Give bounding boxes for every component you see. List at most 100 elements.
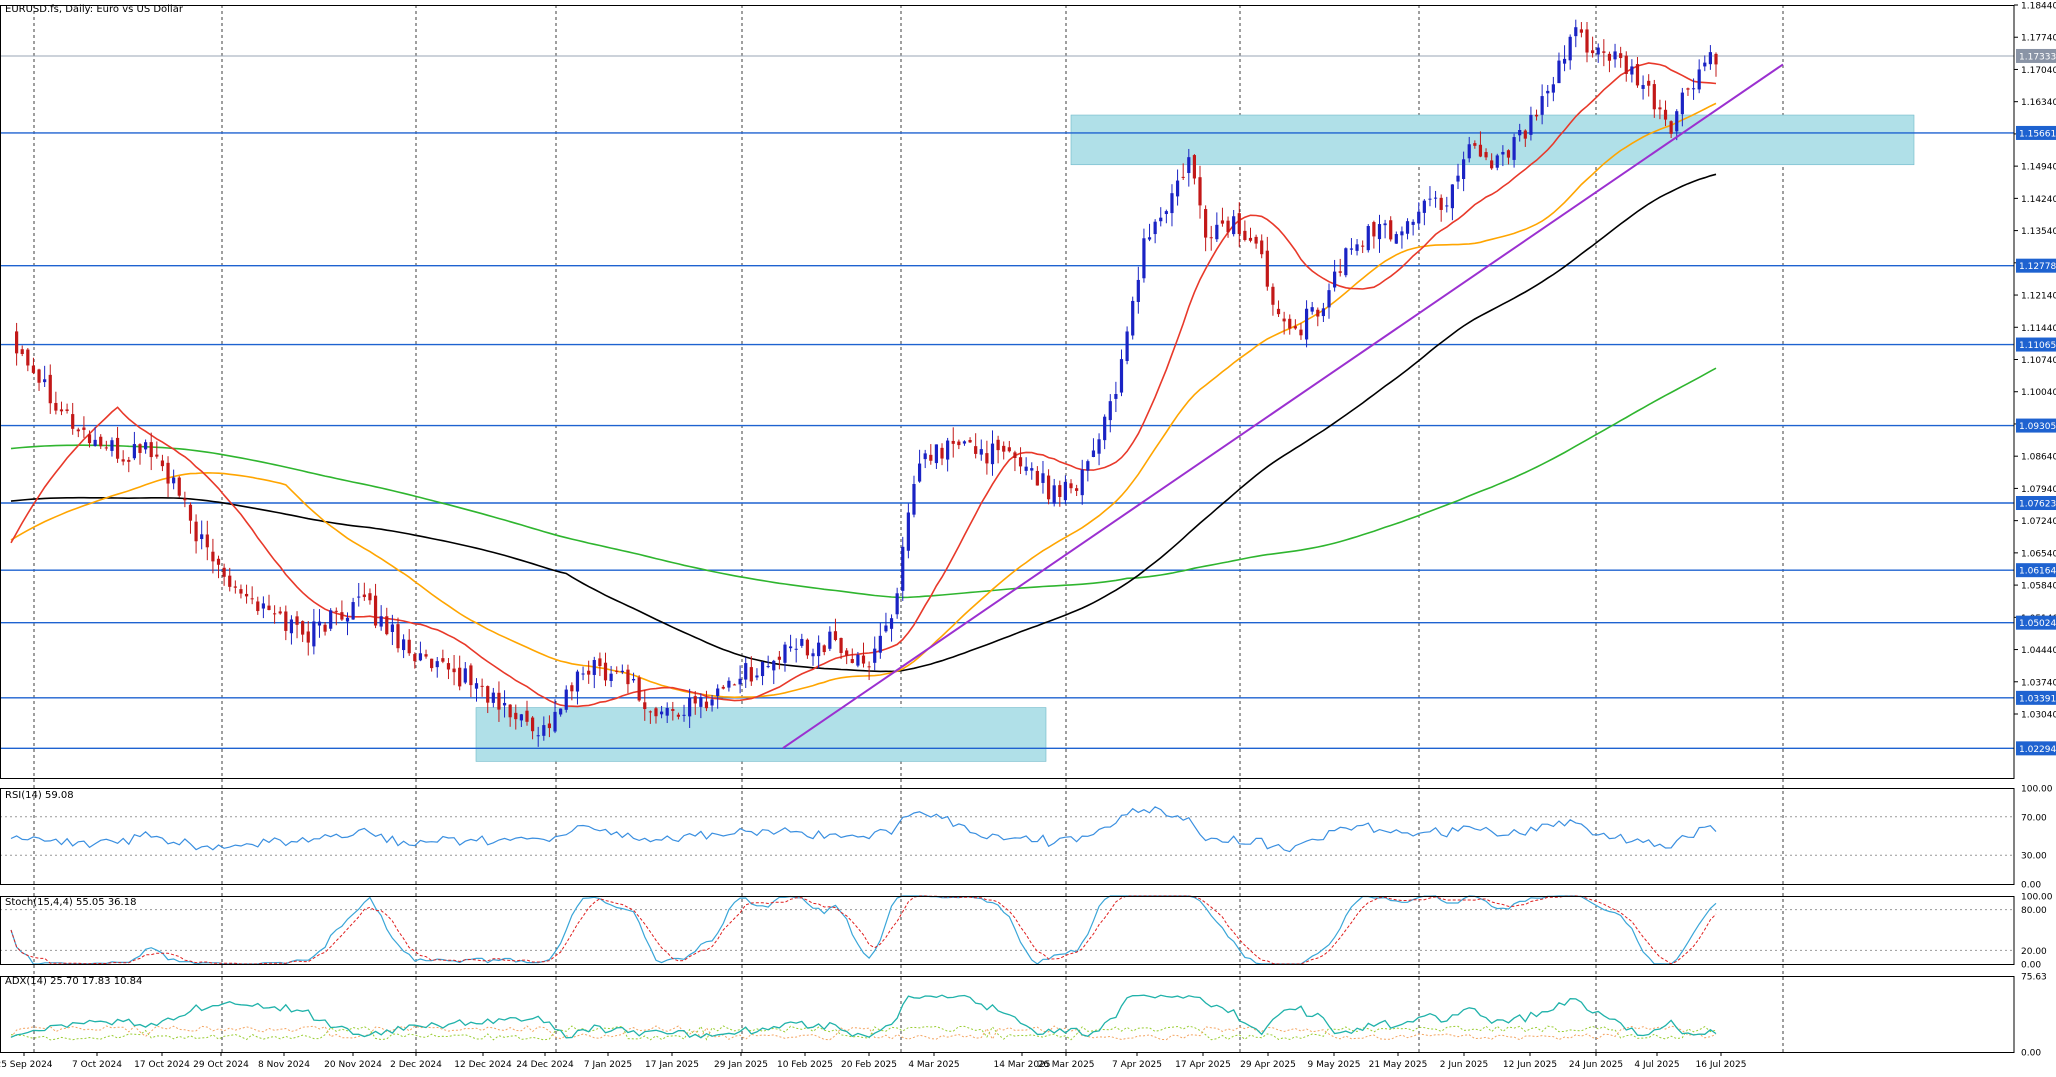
candle-body	[704, 701, 709, 709]
candle-body	[1119, 359, 1124, 393]
candle-body	[373, 595, 378, 626]
candle-body	[1422, 200, 1426, 213]
level-tag-label: 1.09305	[2019, 422, 2056, 432]
candle-body	[542, 725, 546, 736]
candle-body	[1030, 468, 1034, 471]
candle-body	[368, 593, 372, 601]
candle-body	[155, 454, 159, 457]
candle-body	[738, 678, 742, 685]
candle-body	[850, 659, 854, 663]
time-tick-label: 16 Jul 2025	[1696, 1060, 1747, 1070]
candle-body	[256, 601, 260, 612]
time-tick-label: 17 Oct 2024	[134, 1060, 190, 1070]
time-tick-label: 4 Mar 2025	[908, 1060, 959, 1070]
candle-body	[755, 675, 759, 678]
candle-body	[957, 441, 961, 446]
candle-body	[267, 605, 271, 611]
candle-body	[1512, 137, 1516, 160]
candle-body	[962, 441, 967, 444]
candle-body	[1428, 198, 1432, 200]
candle-body	[273, 613, 277, 615]
candle-body	[104, 447, 108, 449]
candle-body	[430, 658, 434, 669]
time-tick-label: 20 Nov 2024	[324, 1060, 382, 1070]
candle-body	[1635, 64, 1640, 86]
candle-body	[149, 442, 153, 458]
candle-body	[166, 462, 170, 484]
candle-body	[278, 611, 282, 614]
candle-body	[1349, 248, 1354, 250]
candle-body	[211, 551, 215, 562]
candle-body	[1035, 470, 1039, 486]
candle-body	[1103, 416, 1107, 441]
candle-body	[446, 663, 451, 670]
candle-body	[1153, 221, 1157, 235]
candle-body	[452, 668, 456, 673]
time-tick-label: 17 Apr 2025	[1175, 1060, 1231, 1070]
candle-body	[1164, 211, 1168, 215]
candle-body	[794, 648, 798, 650]
candle-body	[144, 442, 148, 450]
candle-body	[31, 365, 36, 373]
candle-body	[1456, 175, 1460, 182]
candle-body	[777, 656, 781, 660]
candle-body	[1697, 69, 1701, 90]
candle-body	[480, 685, 484, 687]
price-tick-label: 1.11440	[2021, 324, 2056, 334]
price-tick-label: 1.17740	[2021, 34, 2056, 44]
rsi-tick-label: 30.00	[2021, 852, 2047, 862]
candle-body	[160, 460, 165, 467]
candle-body	[1046, 475, 1051, 500]
candle-body	[917, 463, 922, 482]
candle-body	[1462, 159, 1466, 179]
level-tag-label: 1.11065	[2019, 341, 2056, 351]
candle-body	[233, 586, 237, 588]
candle-body	[76, 429, 80, 432]
time-tick-label: 7 Apr 2025	[1112, 1060, 1162, 1070]
candle-body	[1260, 240, 1264, 255]
candle-body	[592, 660, 596, 675]
candle-body	[250, 598, 254, 600]
time-tick-label: 20 Feb 2025	[841, 1060, 897, 1070]
candle-body	[727, 680, 731, 688]
candle-body	[721, 686, 725, 689]
level-tag-label: 1.05024	[2019, 619, 2056, 629]
rsi-tick-label: 0.00	[2021, 881, 2041, 891]
candle-body	[239, 589, 243, 594]
candle-body	[87, 434, 92, 444]
stoch-tick-label: 80.00	[2021, 906, 2047, 916]
resistance-zone	[1070, 114, 1915, 166]
candle-body	[1248, 237, 1253, 241]
candle-body	[317, 621, 322, 626]
candle-body	[861, 655, 866, 664]
candle-body	[547, 723, 552, 729]
candle-body	[788, 646, 793, 649]
candle-body	[508, 704, 512, 718]
candle-body	[1506, 150, 1511, 158]
price-tick-label: 1.07240	[2021, 517, 2056, 527]
candle-body	[1377, 224, 1382, 240]
candle-body	[1433, 197, 1438, 199]
candle-body	[1075, 488, 1079, 491]
candle-body	[26, 349, 30, 366]
candle-body	[1647, 80, 1651, 86]
level-tag-label: 1.03391	[2019, 694, 2056, 704]
candle-body	[1125, 331, 1129, 361]
candle-body	[1400, 231, 1404, 236]
candle-body	[699, 697, 703, 707]
candle-body	[469, 665, 473, 686]
adx-tick-label: 0.00	[2021, 1049, 2041, 1059]
candle-body	[1002, 445, 1006, 452]
candle-body	[1394, 234, 1398, 244]
candle-body	[1226, 220, 1230, 233]
candle-body	[1114, 394, 1118, 399]
candle-body	[401, 639, 406, 651]
candle-body	[1018, 457, 1023, 467]
candle-body	[688, 698, 692, 717]
candle-body	[334, 610, 338, 612]
candle-body	[1383, 223, 1387, 226]
candle-body	[1209, 237, 1213, 239]
candle-body	[138, 444, 142, 453]
candle-body	[435, 661, 439, 668]
time-tick-label: 7 Jan 2025	[584, 1060, 632, 1070]
